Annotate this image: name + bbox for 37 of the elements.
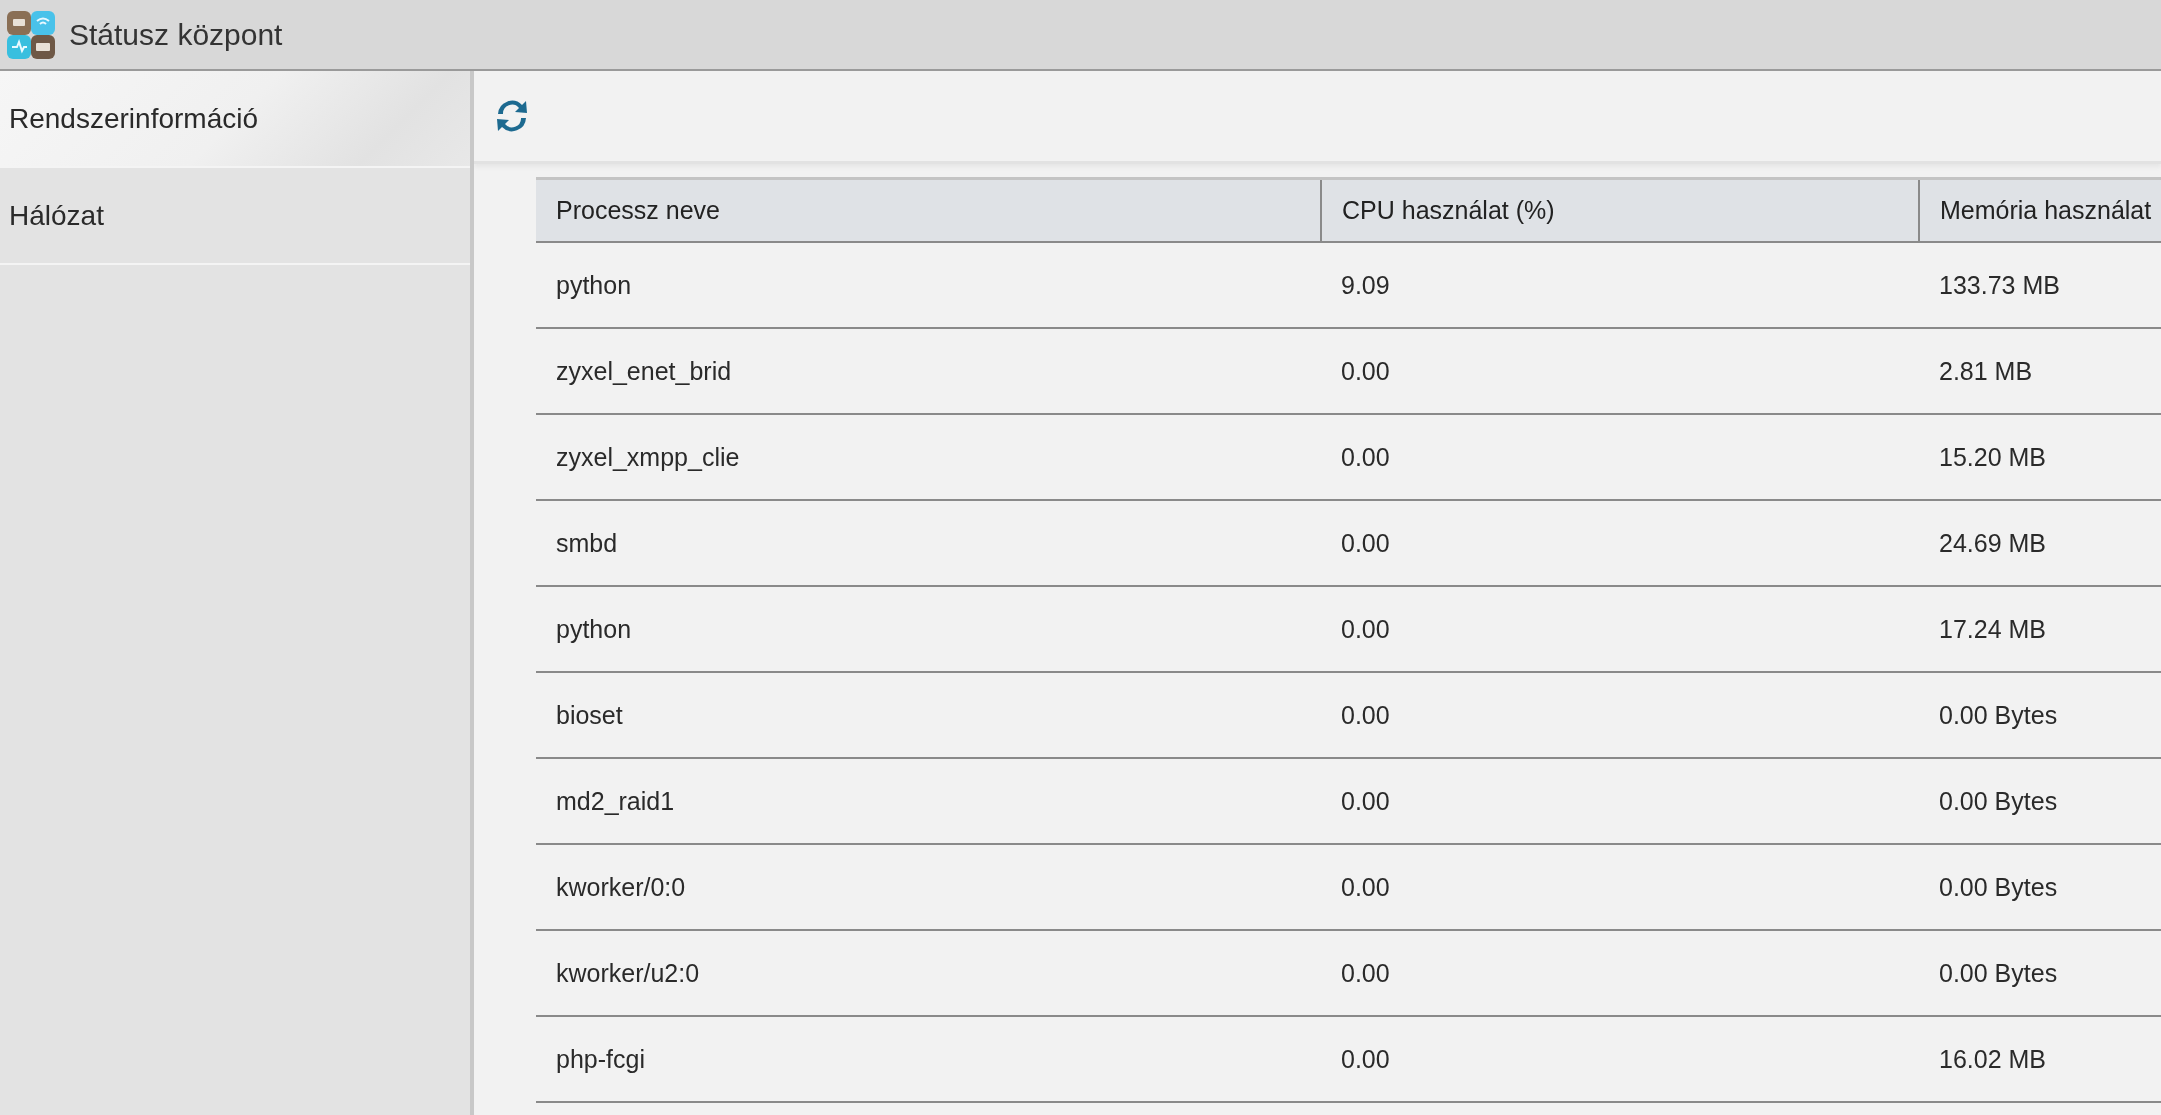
table-cell: 9.09: [1321, 242, 1919, 328]
table-cell: 24.69 MB: [1919, 500, 2161, 586]
table-cell: 0.00 Bytes: [1919, 672, 2161, 758]
sidebar-item[interactable]: Hálózat: [0, 168, 470, 265]
table-cell: php-fcgi: [536, 1016, 1321, 1102]
table-cell: 0.00 Bytes: [1919, 844, 2161, 930]
table-cell: 2.81 MB: [1919, 328, 2161, 414]
table-cell: 133.73 MB: [1919, 242, 2161, 328]
table-cell: 15.20 MB: [1919, 414, 2161, 500]
table-cell: smbd: [536, 500, 1321, 586]
table-cell: 16.02 MB: [1919, 1016, 2161, 1102]
table-cell: 0.00 Bytes: [1919, 930, 2161, 1016]
table-cell: zyxel_enet_brid: [536, 328, 1321, 414]
table-cell: python: [536, 242, 1321, 328]
table-cell: python: [536, 586, 1321, 672]
table-cell: 0.00: [1321, 414, 1919, 500]
table-cell: 0.00: [1321, 1016, 1919, 1102]
column-header[interactable]: Memória használat: [1919, 178, 2161, 242]
table-cell: 0.00: [1321, 930, 1919, 1016]
table-cell: 0.00: [1321, 758, 1919, 844]
app-logo-icon: [7, 10, 55, 59]
table-cell: 0.00: [1321, 672, 1919, 758]
table-cell: 17.24 MB: [1919, 586, 2161, 672]
table-cell: 0.00: [1321, 500, 1919, 586]
table-cell: 0.00: [1321, 328, 1919, 414]
column-header[interactable]: Processz neve: [536, 178, 1321, 242]
table-cell: kworker/u2:0: [536, 930, 1321, 1016]
table-cell: 0.00: [1321, 844, 1919, 930]
sidebar-item[interactable]: Rendszerinformáció: [0, 71, 470, 168]
table-cell: 0.00: [1321, 586, 1919, 672]
table-cell: bioset: [536, 672, 1321, 758]
column-header[interactable]: CPU használat (%): [1321, 178, 1919, 242]
table-cell: 0.00 Bytes: [1919, 758, 2161, 844]
table-cell: zyxel_xmpp_clie: [536, 414, 1321, 500]
table-cell: kworker/0:0: [536, 844, 1321, 930]
table-cell: md2_raid1: [536, 758, 1321, 844]
window-title: Státusz központ: [69, 17, 283, 52]
